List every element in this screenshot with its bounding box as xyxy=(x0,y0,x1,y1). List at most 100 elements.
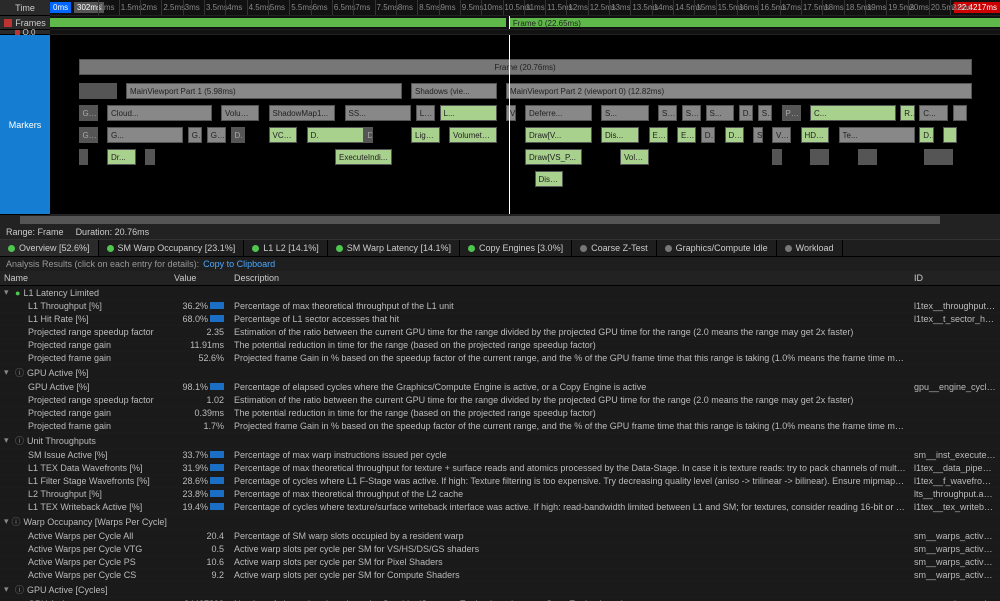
group-header[interactable]: ▾ⓘ Warp Occupancy [Warps Per Cycle] xyxy=(0,514,170,530)
tab[interactable]: Coarse Z-Test xyxy=(572,240,657,256)
group-header[interactable]: ▾ⓘ Unit Throughputs xyxy=(0,433,170,449)
marker-bar[interactable]: S... xyxy=(758,105,772,121)
metric-name[interactable]: Projected range speedup factor xyxy=(0,394,170,407)
marker-bar[interactable] xyxy=(858,149,877,165)
marker-bar[interactable]: D... xyxy=(725,127,744,143)
marker-bar[interactable]: Draw... xyxy=(231,127,245,143)
marker-bar[interactable] xyxy=(924,149,953,165)
marker-bar[interactable]: VolumetricFo... xyxy=(449,127,497,143)
marker-bar[interactable]: SS... xyxy=(345,105,412,121)
marker-bar[interactable]: Draw[V... xyxy=(525,127,592,143)
group-header[interactable]: ▾ⓘ GPU Active [Cycles] xyxy=(0,582,170,598)
marker-bar[interactable]: S... xyxy=(601,105,649,121)
tab[interactable]: Copy Engines [3.0%] xyxy=(460,240,572,256)
marker-bar[interactable]: Dr... xyxy=(107,149,136,165)
metric-name[interactable]: SM Issue Active [%] xyxy=(0,449,170,462)
metric-name[interactable]: L1 Filter Stage Wavefronts [%] xyxy=(0,475,170,488)
timeline-scrollbar[interactable] xyxy=(0,215,1000,225)
playhead[interactable]: 10.9633ms xyxy=(509,16,510,29)
marker-bar[interactable]: S... xyxy=(658,105,677,121)
tab[interactable]: SM Warp Occupancy [23.1%] xyxy=(99,240,245,256)
metric-name[interactable]: Projected range gain xyxy=(0,407,170,420)
metric-name[interactable]: Active Warps per Cycle VTG xyxy=(0,543,170,556)
metric-name[interactable]: L1 Hit Rate [%] xyxy=(0,313,170,326)
marker-bar[interactable] xyxy=(943,127,957,143)
col-name[interactable]: Name xyxy=(0,271,170,286)
marker-bar[interactable]: Te... xyxy=(839,127,915,143)
marker-bar[interactable]: Shadows (vie... xyxy=(411,83,497,99)
marker-bar[interactable]: E... xyxy=(649,127,668,143)
marker-bar[interactable]: GBuffers (3.89ms) xyxy=(79,105,98,121)
marker-bar[interactable]: Draw[VS_P... xyxy=(525,149,582,165)
marker-bar[interactable]: LightProbe (1... xyxy=(416,105,435,121)
marker-bar[interactable] xyxy=(145,149,155,165)
metric-name[interactable]: Active Warps per Cycle All xyxy=(0,530,170,543)
tab[interactable]: Graphics/Compute Idle xyxy=(657,240,777,256)
marker-bar[interactable]: ShadowMap1... xyxy=(269,105,336,121)
marker-bar[interactable]: HDRLighting (1.3... xyxy=(801,127,830,143)
time-ruler[interactable]: 0ms 302ms 22.4217ms 1ms1.5ms2ms2.5ms3ms3… xyxy=(50,0,1000,16)
marker-bar[interactable]: D. xyxy=(307,127,364,143)
metric-name[interactable]: Projected frame gain xyxy=(0,352,170,365)
metric-name[interactable]: L1 TEX Writeback Active [%] xyxy=(0,501,170,514)
marker-bar[interactable]: Dis... xyxy=(701,127,715,143)
marker-bar[interactable]: Cloud... xyxy=(107,105,212,121)
metric-name[interactable]: Projected frame gain xyxy=(0,420,170,433)
marker-bar[interactable]: G... xyxy=(207,127,226,143)
marker-bar[interactable]: LightProbe... xyxy=(411,127,440,143)
marker-bar[interactable]: Disp... xyxy=(535,171,564,187)
metric-name[interactable]: L1 Throughput [%] xyxy=(0,300,170,313)
marker-bar[interactable] xyxy=(79,83,117,99)
marker-bar[interactable]: C... xyxy=(919,105,948,121)
marker-bar[interactable]: VCTraceTile... xyxy=(269,127,298,143)
marker-bar[interactable]: MainViewport Part 2 (viewport 0) (12.82m… xyxy=(506,83,972,99)
marker-bar[interactable]: C... xyxy=(810,105,896,121)
marker-bar[interactable]: VolumetricCl... xyxy=(506,105,516,121)
metric-name[interactable]: Projected range speedup factor xyxy=(0,326,170,339)
marker-bar[interactable]: ExecuteIndi... xyxy=(335,149,392,165)
metric-name[interactable]: Projected range gain xyxy=(0,339,170,352)
col-value[interactable]: Value xyxy=(170,271,230,286)
marker-bar[interactable]: D... xyxy=(739,105,753,121)
marker-bar[interactable]: SS... xyxy=(682,105,701,121)
marker-bar[interactable]: Reflec... xyxy=(900,105,914,121)
tab[interactable]: Overview [52.6%] xyxy=(0,240,99,256)
marker-bar[interactable]: Dis... xyxy=(364,127,374,143)
marker-bar[interactable]: VolumetricClo... xyxy=(221,105,259,121)
metric-name[interactable]: Active Warps per Cycle PS xyxy=(0,556,170,569)
marker-bar[interactable]: E... xyxy=(677,127,696,143)
col-desc[interactable]: Description xyxy=(230,271,910,286)
marker-bar[interactable]: Frame (20.76ms) xyxy=(79,59,972,75)
marker-bar[interactable] xyxy=(79,149,89,165)
metric-name[interactable]: L2 Throughput [%] xyxy=(0,488,170,501)
marker-bar[interactable] xyxy=(953,105,967,121)
marker-bar[interactable]: PostFx (1.90ms) xyxy=(782,105,801,121)
marker-bar[interactable]: G... xyxy=(107,127,183,143)
marker-bar[interactable]: S... xyxy=(706,105,735,121)
marker-bar[interactable]: Volu... xyxy=(620,149,649,165)
marker-bar[interactable]: Vol... xyxy=(772,127,791,143)
metric-name[interactable]: Active Warps per Cycle CS xyxy=(0,569,170,582)
tab[interactable]: L1 L2 [14.1%] xyxy=(244,240,328,256)
frames-track[interactable]: Frame 0 (22.65ms) 10.9633ms xyxy=(50,16,1000,30)
tab[interactable]: SM Warp Latency [14.1%] xyxy=(328,240,460,256)
playhead-marker[interactable] xyxy=(509,35,510,214)
col-id[interactable]: ID xyxy=(910,271,1000,286)
marker-bar[interactable]: S... xyxy=(753,127,763,143)
markers-row-label[interactable]: Markers xyxy=(0,35,50,215)
analysis-grid[interactable]: ▾● L1 Latency LimitedL1 Throughput [%]36… xyxy=(0,286,1000,601)
copy-to-clipboard-link[interactable]: Copy to Clipboard xyxy=(203,259,275,269)
markers-track[interactable]: Frame (20.76ms) MainViewport Part 1 (5.98… xyxy=(50,35,1000,215)
marker-bar[interactable]: D... xyxy=(919,127,933,143)
tab[interactable]: Workload xyxy=(777,240,843,256)
marker-bar[interactable]: GBuffer (1.68ms) xyxy=(79,127,98,143)
marker-bar[interactable]: L... xyxy=(440,105,497,121)
group-header[interactable]: ▾ⓘ GPU Active [%] xyxy=(0,365,170,381)
metric-name[interactable]: GPU Active [%] xyxy=(0,381,170,394)
frame-bar[interactable]: Frame 0 (22.65ms) xyxy=(509,18,1000,27)
marker-bar[interactable]: Dis... xyxy=(601,127,639,143)
marker-bar[interactable] xyxy=(810,149,829,165)
marker-bar[interactable]: GB... xyxy=(188,127,202,143)
marker-bar[interactable] xyxy=(772,149,782,165)
marker-bar[interactable]: MainViewport Part 1 (5.98ms) xyxy=(126,83,402,99)
